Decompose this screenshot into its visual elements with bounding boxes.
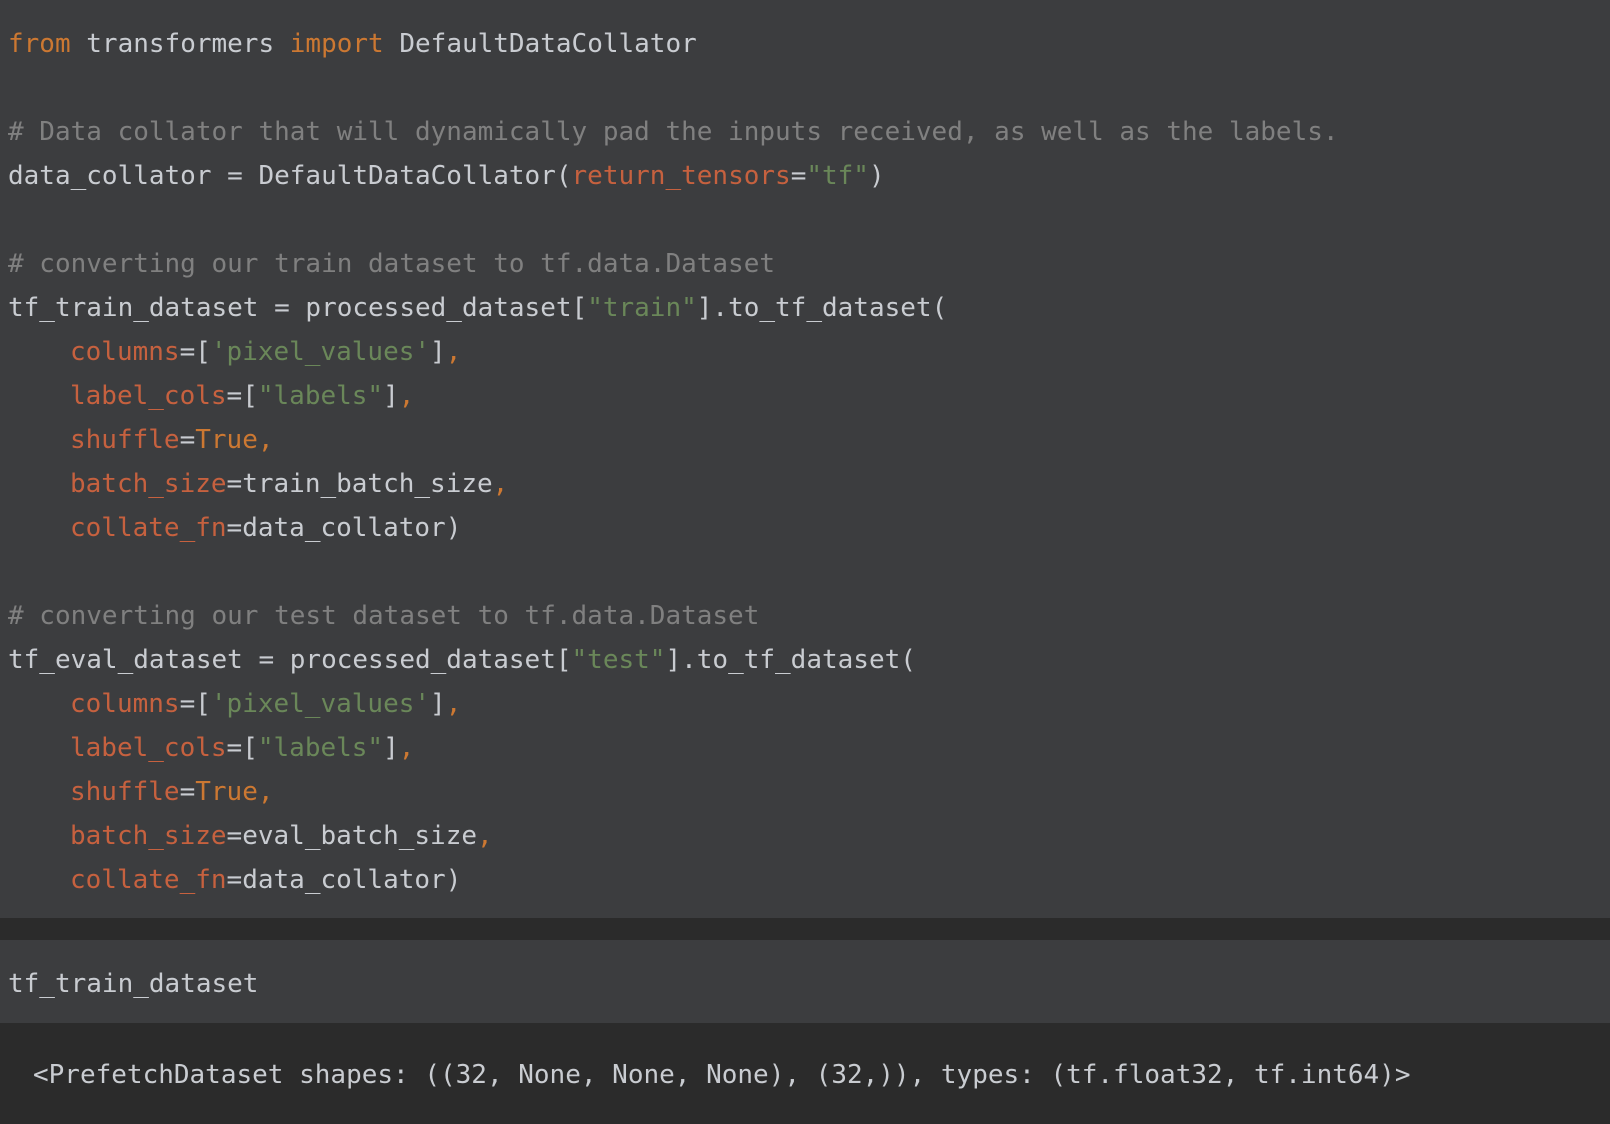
output-text: <PrefetchDataset shapes: ((32, None, Non… <box>33 1060 1411 1090</box>
string-literal: "labels" <box>257 733 384 763</box>
code-text: eval_batch_size <box>242 821 478 851</box>
param-name: label_cols <box>70 381 227 411</box>
code-text: data_collator) <box>242 865 462 895</box>
code-line: tf_train_dataset = processed_dataset["tr… <box>0 286 1610 330</box>
param-name: batch_size <box>70 821 227 851</box>
code-line: shuffle=True, <box>0 770 1610 814</box>
string-literal: "tf" <box>806 161 869 191</box>
code-line: columns=['pixel_values'], <box>0 330 1610 374</box>
code-text: ].to_tf_dataset( <box>665 645 916 675</box>
code-text: =[ <box>179 337 211 367</box>
code-text: = <box>179 777 196 807</box>
code-text: =[ <box>226 381 258 411</box>
code-text: train_batch_size <box>242 469 493 499</box>
string-literal: "train" <box>587 293 697 323</box>
comma: , <box>477 821 493 851</box>
code-text: = <box>226 821 243 851</box>
code-text: ] <box>383 381 399 411</box>
code-text: ] <box>430 337 446 367</box>
code-text: ] <box>383 733 399 763</box>
string-literal: 'pixel_values' <box>210 337 431 367</box>
param-name: batch_size <box>70 469 227 499</box>
comment-line: # converting our train dataset to tf.dat… <box>8 249 776 279</box>
comma: , <box>445 689 462 719</box>
code-text: ) <box>868 161 885 191</box>
code-line: label_cols=["labels"], <box>0 726 1610 770</box>
comma: , <box>257 777 274 807</box>
code-text: tf_train_dataset = processed_dataset[ <box>8 293 588 323</box>
param-name: shuffle <box>70 425 180 455</box>
code-cell-1[interactable]: from transformers import DefaultDataColl… <box>0 0 1610 918</box>
code-text: =[ <box>226 733 258 763</box>
code-line: collate_fn=data_collator) <box>0 506 1610 550</box>
module-name: transformers <box>70 29 290 59</box>
param-name: collate_fn <box>70 865 227 895</box>
code-cell-2[interactable]: tf_train_dataset <box>0 940 1610 1023</box>
param-name: return_tensors <box>571 161 791 191</box>
code-text: data_collator = DefaultDataCollator( <box>8 161 572 191</box>
string-literal: "test" <box>571 645 666 675</box>
string-literal: 'pixel_values' <box>210 689 431 719</box>
param-name: collate_fn <box>70 513 227 543</box>
code-text: = <box>790 161 807 191</box>
param-name: label_cols <box>70 733 227 763</box>
comment-line: # Data collator that will dynamically pa… <box>8 117 1339 147</box>
code-line: label_cols=["labels"], <box>0 374 1610 418</box>
keyword: import <box>289 29 384 59</box>
boolean-literal: True <box>195 425 258 455</box>
code-line: tf_train_dataset <box>8 969 259 999</box>
code-text: ] <box>430 689 446 719</box>
code-text: data_collator) <box>242 513 462 543</box>
code-text: =[ <box>179 689 211 719</box>
code-line: shuffle=True, <box>0 418 1610 462</box>
comma: , <box>445 337 462 367</box>
param-name: columns <box>70 337 180 367</box>
code-text: = <box>226 513 243 543</box>
import-name: DefaultDataCollator <box>383 29 697 59</box>
comma: , <box>492 469 509 499</box>
comma: , <box>257 425 274 455</box>
cell-output: <PrefetchDataset shapes: ((32, None, Non… <box>0 1023 1610 1124</box>
code-line: batch_size=eval_batch_size, <box>0 814 1610 858</box>
code-text: = <box>226 469 243 499</box>
boolean-literal: True <box>195 777 258 807</box>
code-line: tf_eval_dataset = processed_dataset["tes… <box>0 638 1610 682</box>
comma: , <box>398 381 415 411</box>
code-text: tf_eval_dataset = processed_dataset[ <box>8 645 572 675</box>
param-name: columns <box>70 689 180 719</box>
keyword: from <box>8 29 71 59</box>
code-line: columns=['pixel_values'], <box>0 682 1610 726</box>
code-text: ].to_tf_dataset( <box>696 293 948 323</box>
code-line: batch_size=train_batch_size, <box>0 462 1610 506</box>
comma: , <box>398 733 415 763</box>
code-line: collate_fn=data_collator) <box>0 858 1610 902</box>
code-text: = <box>179 425 196 455</box>
code-line: from transformers import DefaultDataColl… <box>0 22 1610 66</box>
code-text: = <box>226 865 243 895</box>
string-literal: "labels" <box>257 381 384 411</box>
param-name: shuffle <box>70 777 180 807</box>
comment-line: # converting our test dataset to tf.data… <box>8 601 760 631</box>
code-line: data_collator = DefaultDataCollator(retu… <box>0 154 1610 198</box>
